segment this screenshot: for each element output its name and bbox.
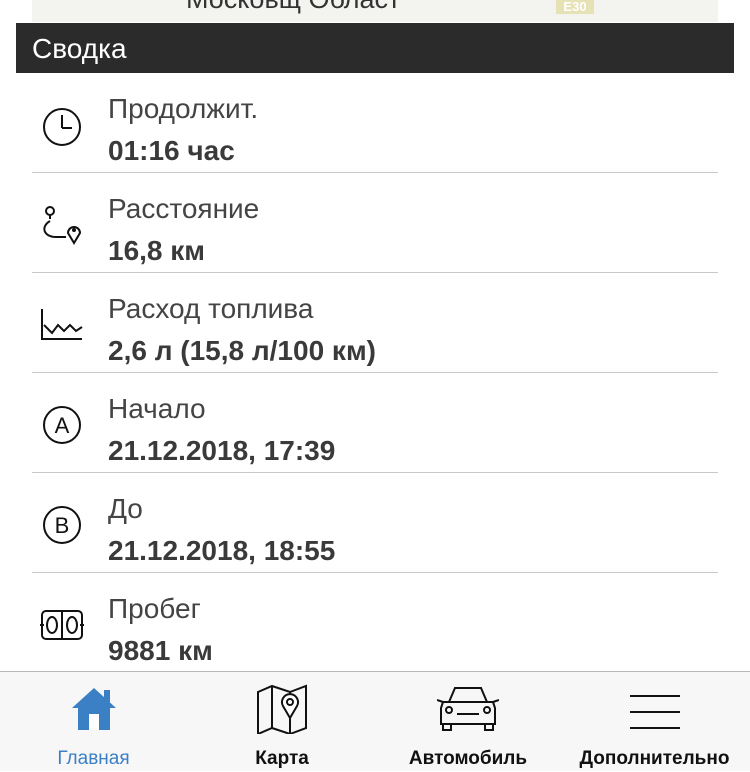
- summary-row-distance: Расстояние 16,8 км: [32, 173, 718, 273]
- mileage-label: Пробег: [108, 593, 201, 624]
- home-icon: [71, 688, 116, 730]
- duration-value: 01:16 час: [108, 135, 235, 166]
- summary-header: Сводка: [16, 23, 734, 73]
- odometer-icon: [40, 610, 84, 640]
- summary-row-duration: Продолжит. 01:16 час: [32, 73, 718, 173]
- end-label: До: [108, 493, 143, 524]
- tab-home[interactable]: Главная: [0, 672, 187, 772]
- tab-map[interactable]: Карта: [187, 672, 377, 772]
- fuel-label: Расход топлива: [108, 293, 314, 324]
- bottom-tab-bar: Главная Карта Автомобиль Дополнительно: [0, 671, 750, 771]
- summary-row-start: A Начало 21.12.2018, 17:39: [32, 373, 718, 473]
- route-icon: [43, 206, 82, 245]
- summary-row-fuel: Расход топлива 2,6 л (15,8 л/100 км): [32, 273, 718, 373]
- tab-more-label: Дополнительно: [579, 748, 730, 769]
- point-a-icon: A: [43, 406, 81, 444]
- end-value: 21.12.2018, 18:55: [108, 535, 336, 566]
- tab-more[interactable]: Дополнительно: [559, 672, 750, 772]
- fuel-chart-icon: [41, 309, 83, 340]
- distance-value: 16,8 км: [108, 235, 206, 266]
- summary-list: Продолжит. 01:16 час Расстояние 16,8 км …: [0, 73, 750, 673]
- tab-car-label: Автомобиль: [408, 748, 528, 769]
- mileage-value: 9881 км: [108, 635, 213, 666]
- start-label: Начало: [108, 393, 206, 424]
- duration-label: Продолжит.: [108, 93, 259, 124]
- car-icon: [437, 687, 499, 731]
- tab-map-label: Карта: [255, 748, 309, 769]
- menu-icon: [629, 695, 680, 729]
- summary-title: Сводка: [32, 33, 127, 64]
- map-icon: [257, 684, 307, 734]
- clock-icon: [43, 108, 81, 146]
- tab-home-label: Главная: [57, 748, 130, 769]
- summary-row-mileage: Пробег 9881 км: [32, 573, 718, 673]
- map-preview[interactable]: Московщ Област E30: [32, 0, 718, 22]
- tab-car[interactable]: Автомобиль: [377, 672, 559, 772]
- svg-text:A: A: [55, 413, 70, 438]
- point-b-icon: B: [43, 506, 81, 544]
- start-value: 21.12.2018, 17:39: [108, 435, 336, 466]
- svg-text:B: B: [55, 513, 70, 538]
- road-tag: E30: [556, 0, 594, 14]
- distance-label: Расстояние: [108, 193, 260, 224]
- fuel-value: 2,6 л (15,8 л/100 км): [108, 335, 376, 366]
- map-place-label: Московщ Област: [186, 0, 400, 15]
- summary-row-end: B До 21.12.2018, 18:55: [32, 473, 718, 573]
